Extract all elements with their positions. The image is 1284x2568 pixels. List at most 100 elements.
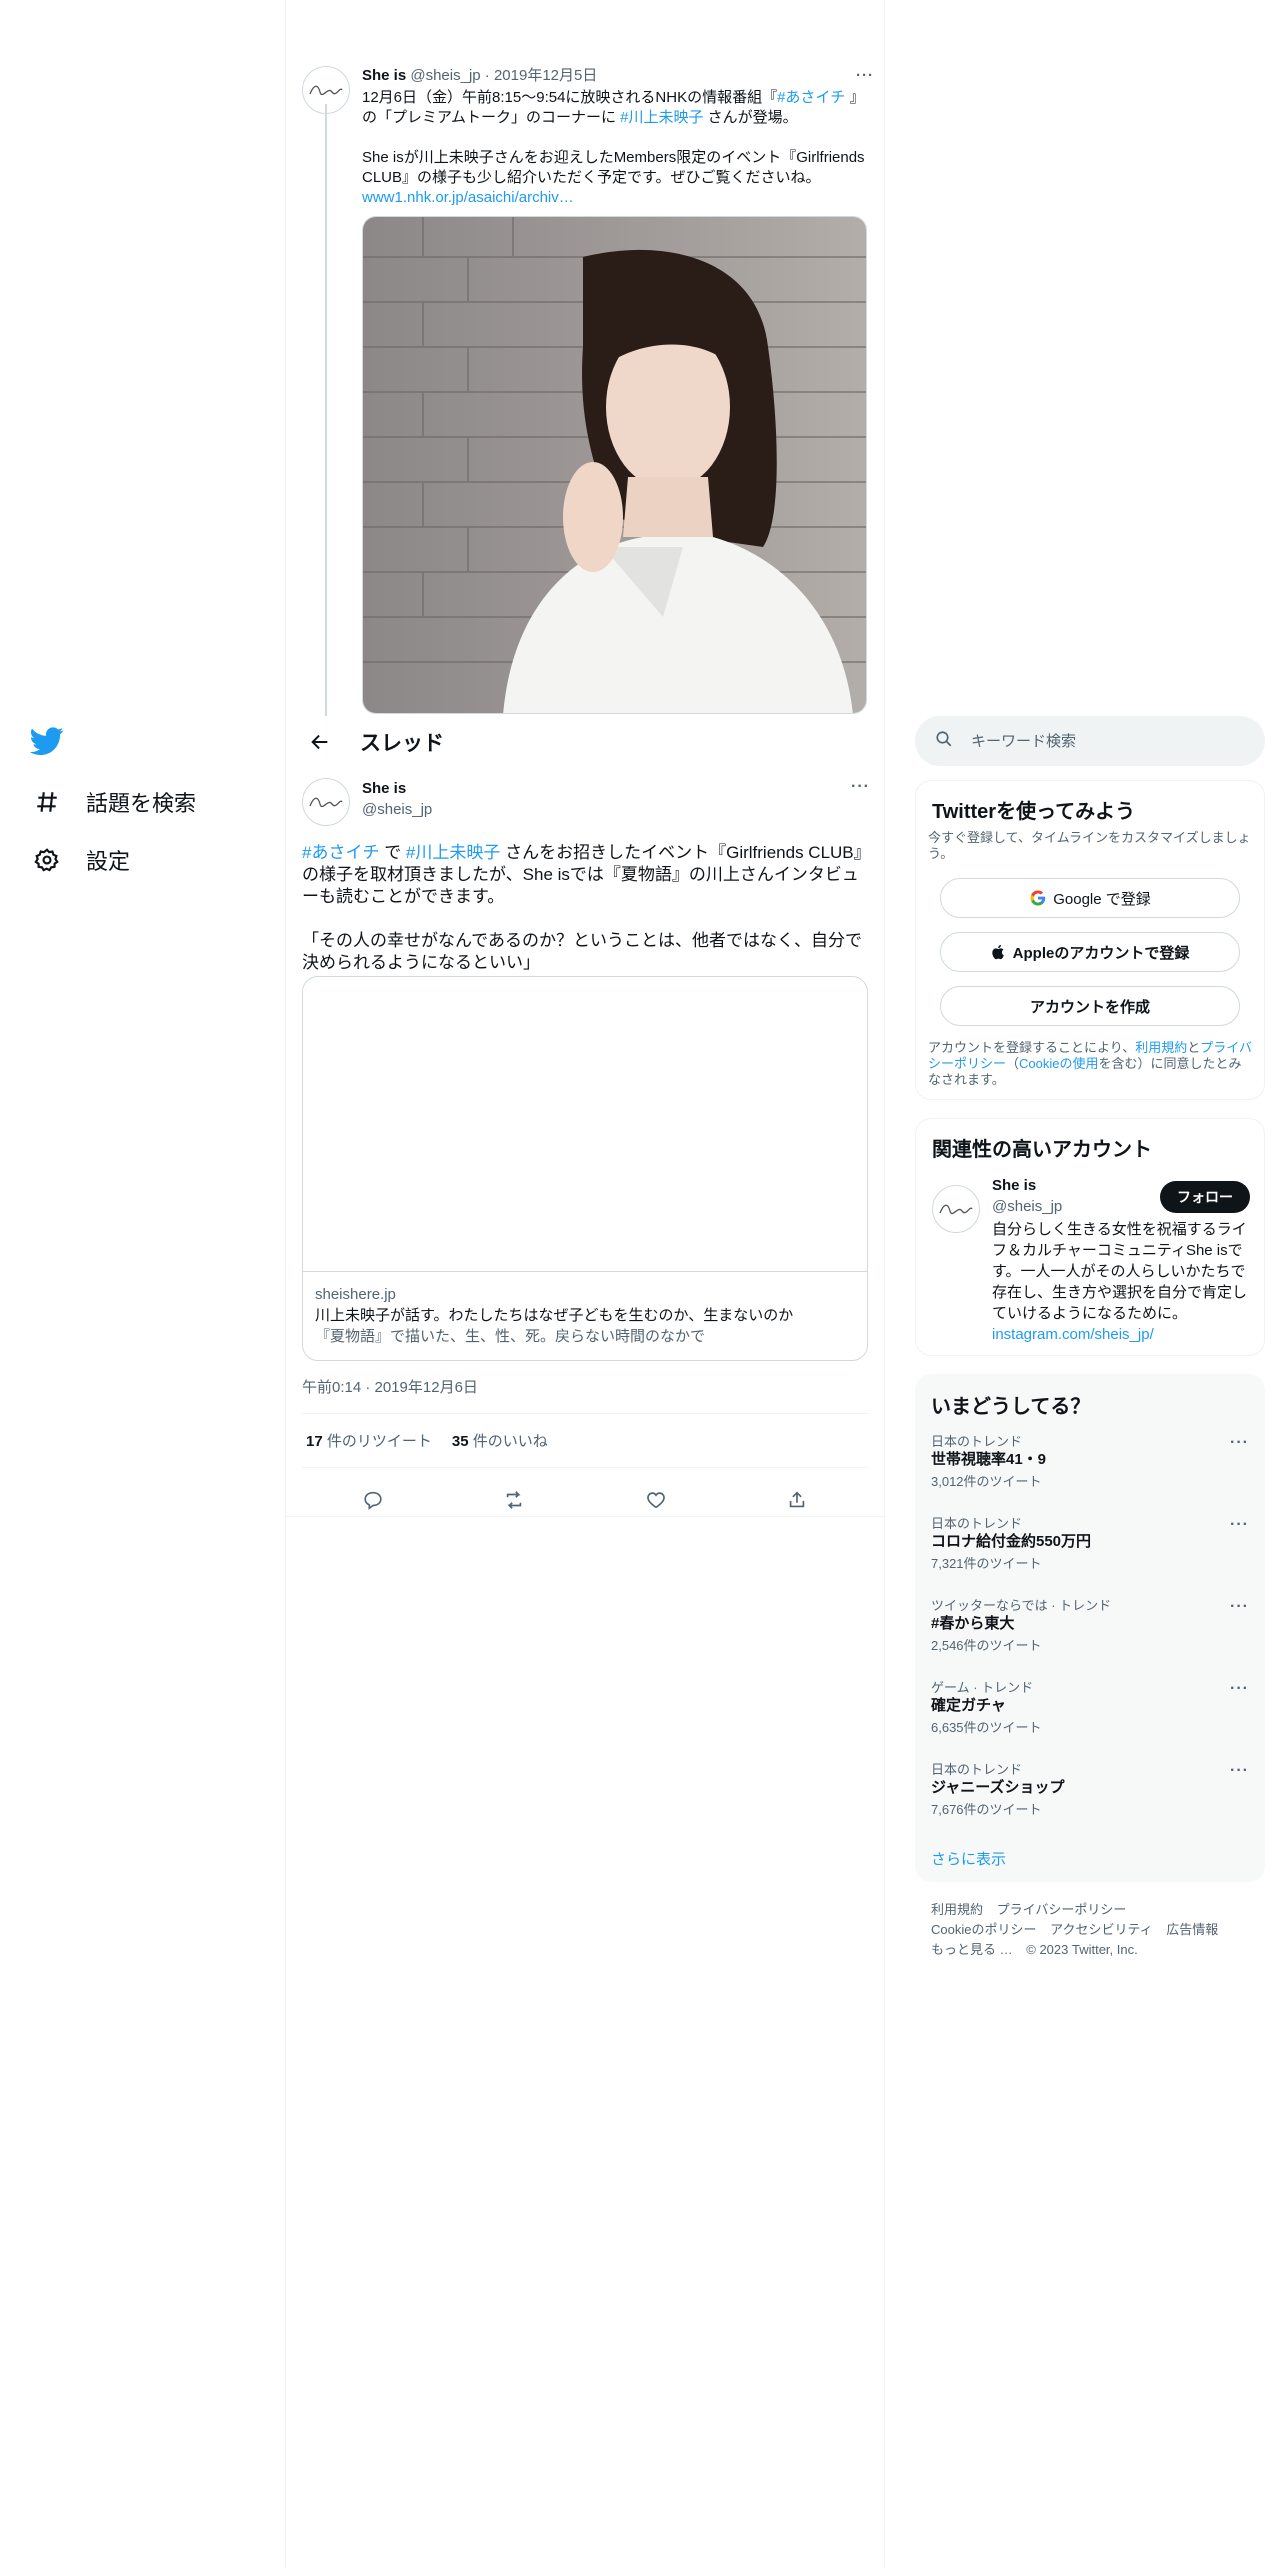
text-segment: 「その人の幸せがなんであるのか？ということは、他者ではなく、自分で決められるよう… xyxy=(302,931,862,972)
footer-ads-link[interactable]: 広告情報 xyxy=(1166,1922,1218,1937)
retweet-label: 件のリツイート xyxy=(326,1433,432,1450)
text-segment: She isが川上未映子さんをお迎えしたMembers限定のイベント『Girlf… xyxy=(362,149,869,186)
divider xyxy=(302,1413,868,1414)
nav-settings[interactable]: 設定 xyxy=(30,838,130,882)
trend-count: 2,546件のツイート xyxy=(931,1638,1042,1653)
more-options-icon[interactable]: ··· xyxy=(1230,1516,1249,1534)
trend-context: ゲーム · トレンド xyxy=(931,1680,1034,1695)
legal-text: アカウントを登録することにより、 xyxy=(928,1040,1136,1055)
author-name[interactable]: She is xyxy=(362,778,432,799)
trend-context: 日本のトレンド xyxy=(931,1434,1023,1449)
share-icon[interactable] xyxy=(779,1482,815,1518)
more-options-icon[interactable]: ··· xyxy=(1230,1762,1249,1780)
hashtag-link[interactable]: #川上未映子 xyxy=(620,109,703,126)
text-segment: 』 xyxy=(845,89,865,106)
card-domain: sheishere.jp xyxy=(315,1286,396,1303)
page-title: スレッド xyxy=(360,732,444,755)
like-stat[interactable]: 35 件のいいね xyxy=(452,1430,548,1451)
external-link[interactable]: www1.nhk.or.jp/asaichi/archiv… xyxy=(362,189,574,206)
text-segment: の「プレミアムトーク」のコーナーに xyxy=(362,109,621,126)
author-name[interactable]: She is xyxy=(362,67,406,84)
apple-signup-label: Appleのアカウントで登録 xyxy=(1012,944,1190,962)
card-description: 『夏物語』で描いた、生、性、死。戻らない時間のなかで xyxy=(315,1328,706,1345)
tweet-text: #あさイチ で #川上未映子 さんをお招きしたイベント『Girlfriends … xyxy=(302,842,868,974)
hashtag-link[interactable]: #川上未映子 xyxy=(406,843,500,862)
terms-link[interactable]: 利用規約 xyxy=(1135,1040,1187,1055)
tweet-photo[interactable] xyxy=(362,216,867,714)
trend-name: コロナ給付金約550万円 xyxy=(931,1533,1092,1550)
text-segment: で xyxy=(379,843,406,862)
retweet-stat[interactable]: 17 件のリツイート xyxy=(306,1430,432,1451)
reply-icon[interactable] xyxy=(355,1482,391,1518)
author-handle[interactable]: @sheis_jp xyxy=(362,799,432,820)
related-title: 関連性の高いアカウント xyxy=(932,1139,1152,1161)
gear-icon xyxy=(30,843,64,877)
divider xyxy=(302,1467,868,1468)
trends-title: いまどうしてる？ xyxy=(931,1396,1091,1418)
trend-item[interactable]: ツイッターならでは · トレンド #春から東大 2,546件のツイート ··· xyxy=(931,1598,1249,1654)
tweet-date[interactable]: 2019年12月5日 xyxy=(494,67,597,84)
trend-count: 7,676件のツイート xyxy=(931,1802,1042,1817)
left-navigation: 話題を検索 設定 xyxy=(0,0,286,2568)
apple-icon xyxy=(991,943,1007,961)
related-link[interactable]: instagram.com/sheis_jp/ xyxy=(992,1324,1250,1345)
retweet-icon[interactable] xyxy=(496,1482,532,1518)
trend-item[interactable]: 日本のトレンド コロナ給付金約550万円 7,321件のツイート ··· xyxy=(931,1516,1249,1572)
avatar[interactable] xyxy=(932,1185,980,1233)
nav-settings-label: 設定 xyxy=(86,849,131,874)
trend-count: 6,635件のツイート xyxy=(931,1720,1042,1735)
signup-panel: Twitterを使ってみよう 今すぐ登録して、タイムラインをカスタマイズしましょ… xyxy=(915,780,1265,1100)
card-image xyxy=(303,977,867,1272)
apple-signup-button[interactable]: Appleのアカウントで登録 xyxy=(940,932,1240,972)
text-segment: さんが登場。 xyxy=(703,109,798,126)
trend-item[interactable]: 日本のトレンド 世帯視聴率41・9 3,012件のツイート ··· xyxy=(931,1434,1249,1490)
nav-explore[interactable]: 話題を検索 xyxy=(30,780,196,824)
footer-accessibility-link[interactable]: アクセシビリティ xyxy=(1050,1922,1153,1937)
more-options-icon[interactable]: ··· xyxy=(1230,1680,1249,1698)
related-accounts-panel: 関連性の高いアカウント She is @sheis_jp 自分らしく生きる女性を… xyxy=(915,1118,1265,1356)
hashtag-link[interactable]: #あさイチ xyxy=(302,843,379,862)
avatar[interactable] xyxy=(302,778,350,826)
signup-subtitle: 今すぐ登録して、タイムラインをカスタマイズしましょう。 xyxy=(928,830,1251,861)
like-count: 35 xyxy=(451,1433,469,1450)
card-title: 川上未映子が話す。わたしたちはなぜ子どもを生むのか、生まないのか xyxy=(315,1307,794,1324)
trend-name: 世帯視聴率41・9 xyxy=(931,1451,1047,1468)
back-arrow-icon[interactable] xyxy=(300,722,340,762)
trend-name: #春から東大 xyxy=(931,1615,1015,1632)
divider xyxy=(286,1516,884,1517)
google-signup-label: Google で登録 xyxy=(1053,890,1151,908)
search-icon xyxy=(935,730,953,752)
trend-context: 日本のトレンド xyxy=(931,1516,1023,1531)
create-account-label: アカウントを作成 xyxy=(1029,998,1150,1016)
separator: · xyxy=(484,67,490,84)
more-options-icon[interactable]: ··· xyxy=(1230,1434,1249,1452)
footer-more-link[interactable]: もっと見る … xyxy=(931,1942,1013,1957)
twitter-bird-icon[interactable] xyxy=(29,724,70,764)
google-signup-button[interactable]: Google で登録 xyxy=(940,878,1240,918)
text-segment: 12月6日（金）午前8:15〜9:54に放映されるNHKの情報番組『 xyxy=(362,89,778,106)
show-more-link[interactable]: さらに表示 xyxy=(931,1848,1006,1869)
follow-button[interactable]: フォロー xyxy=(1160,1181,1250,1213)
like-heart-icon[interactable] xyxy=(638,1482,674,1518)
hashtag-link[interactable]: #あさイチ xyxy=(777,89,845,106)
trend-item[interactable]: ゲーム · トレンド 確定ガチャ 6,635件のツイート ··· xyxy=(931,1680,1249,1736)
footer-privacy-link[interactable]: プライバシーポリシー xyxy=(997,1902,1127,1917)
more-options-icon[interactable]: ··· xyxy=(856,66,874,86)
link-card[interactable]: sheishere.jp 川上未映子が話す。わたしたちはなぜ子どもを生むのか、生… xyxy=(302,976,868,1361)
search-box[interactable] xyxy=(915,716,1265,766)
create-account-button[interactable]: アカウントを作成 xyxy=(940,986,1240,1026)
footer-cookie-link[interactable]: Cookieのポリシー xyxy=(931,1922,1036,1937)
footer-terms-link[interactable]: 利用規約 xyxy=(931,1902,983,1917)
author-handle[interactable]: @sheis_jp xyxy=(410,67,480,84)
nav-explore-label: 話題を検索 xyxy=(86,791,197,816)
legal-text: と xyxy=(1187,1040,1201,1055)
search-input[interactable] xyxy=(971,732,1231,750)
trend-context: ツイッターならでは · トレンド xyxy=(931,1598,1112,1613)
trend-item[interactable]: 日本のトレンド ジャニーズショップ 7,676件のツイート ··· xyxy=(931,1762,1249,1818)
more-options-icon[interactable]: ··· xyxy=(1230,1598,1249,1616)
signup-title: Twitterを使ってみよう xyxy=(932,801,1136,823)
more-options-icon[interactable]: ··· xyxy=(851,778,870,796)
like-label: 件のいいね xyxy=(472,1433,548,1450)
tweet-timestamp[interactable]: 午前0:14 · 2019年12月6日 xyxy=(302,1376,478,1397)
cookie-link[interactable]: Cookieの使用 xyxy=(1019,1056,1098,1071)
